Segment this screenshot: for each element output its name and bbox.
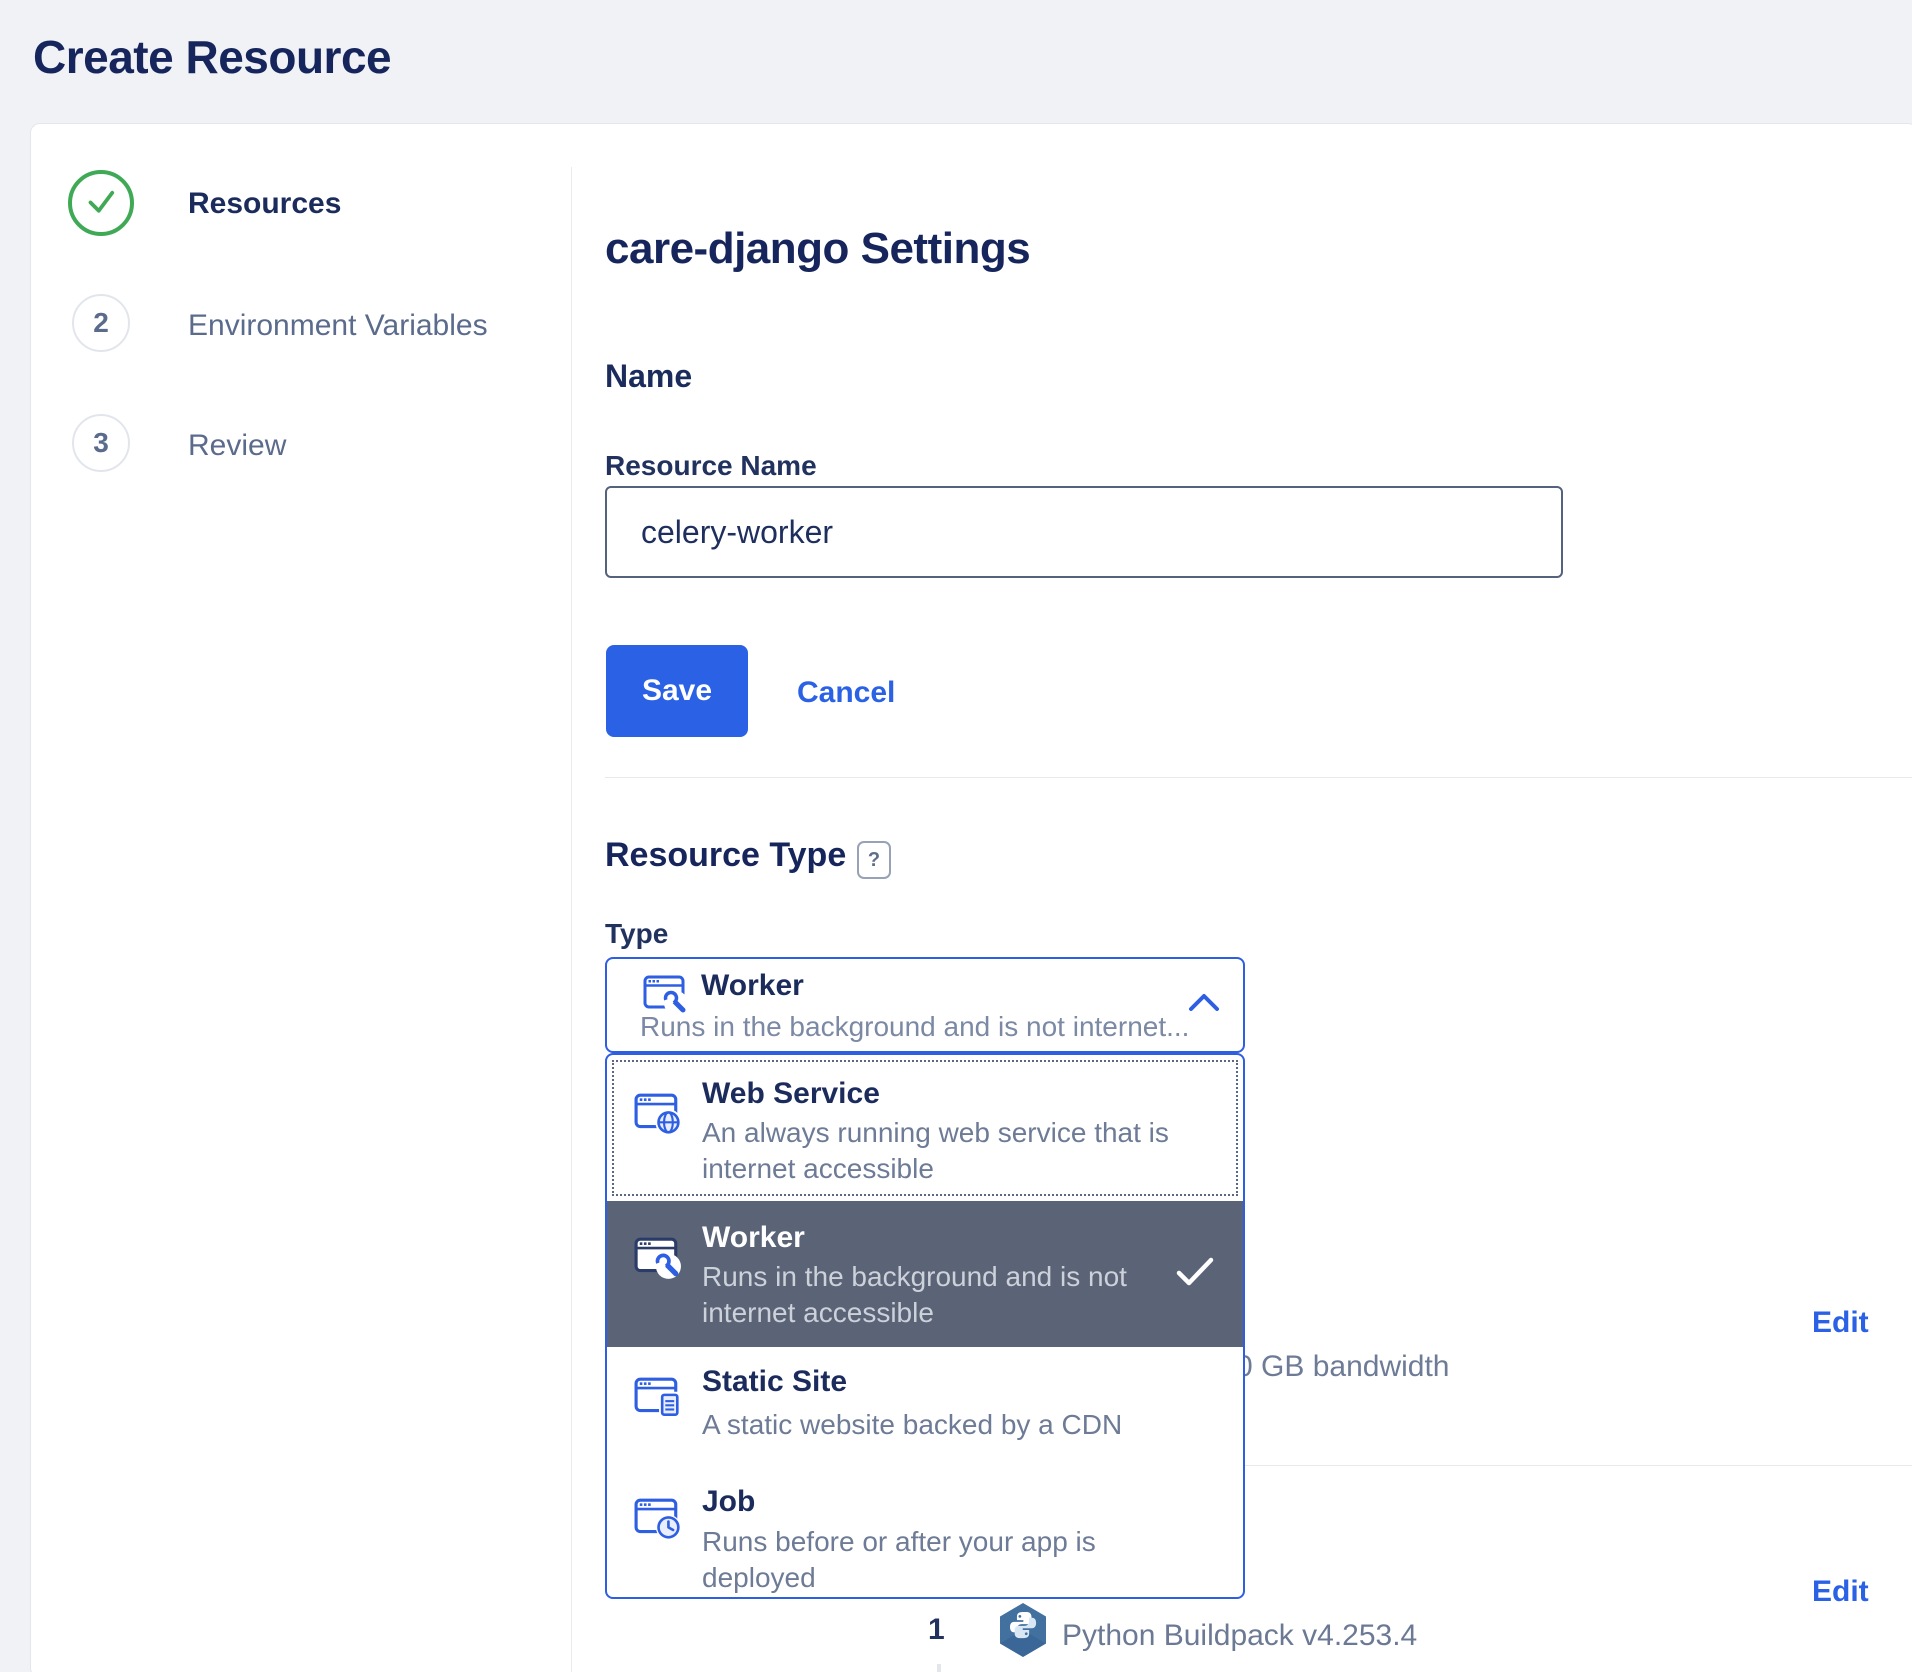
option-description: Runs before or after your app is deploye… — [702, 1524, 1122, 1596]
help-icon[interactable]: ? — [857, 841, 891, 879]
resource-name-input[interactable] — [605, 486, 1563, 578]
settings-heading: care-django Settings — [605, 224, 1030, 274]
option-static-site[interactable]: Static Site A static website backed by a… — [607, 1347, 1243, 1472]
option-worker-selected[interactable]: Worker Runs in the background and is not… — [607, 1201, 1243, 1347]
static-site-icon — [634, 1377, 682, 1424]
step-3-circle: 3 — [72, 414, 130, 472]
option-description: A static website backed by a CDN — [702, 1407, 1222, 1443]
option-web-service[interactable]: Web Service An always running web servic… — [607, 1055, 1243, 1201]
chevron-up-icon — [1187, 991, 1221, 1020]
sidebar-item-environment-variables[interactable]: Environment Variables — [188, 309, 488, 343]
save-button[interactable]: Save — [606, 645, 748, 737]
create-resource-page: Create Resource Resources 2 Environment … — [0, 0, 1912, 1672]
timeline-connector — [937, 1664, 941, 1672]
bandwidth-text: 0 GB bandwidth — [1236, 1350, 1449, 1384]
resource-type-heading: Resource Type — [605, 836, 846, 875]
build-step-number: 1 — [928, 1613, 945, 1647]
selected-type-subtitle: Runs in the background and is not intern… — [640, 1011, 1189, 1043]
job-icon — [634, 1498, 682, 1545]
sidebar-item-review[interactable]: Review — [188, 429, 286, 463]
sidebar-divider — [571, 167, 572, 1672]
buildpack-label: Python Buildpack v4.253.4 — [1062, 1619, 1417, 1653]
step-2-number: 2 — [93, 307, 109, 339]
worker-icon — [634, 1237, 682, 1284]
resource-name-label: Resource Name — [605, 450, 817, 482]
sidebar-item-resources[interactable]: Resources — [188, 187, 341, 221]
option-job[interactable]: Job Runs before or after your app is dep… — [607, 1472, 1243, 1597]
option-description: Runs in the background and is not intern… — [702, 1259, 1172, 1331]
option-title: Web Service — [702, 1077, 880, 1111]
option-title: Worker — [702, 1221, 805, 1255]
type-label: Type — [605, 918, 668, 950]
resource-type-dropdown: Web Service An always running web servic… — [605, 1053, 1245, 1599]
cancel-button[interactable]: Cancel — [797, 676, 895, 710]
selected-check-icon — [1175, 1257, 1215, 1292]
web-service-icon — [634, 1093, 682, 1140]
option-description: An always running web service that is in… — [702, 1115, 1202, 1187]
python-buildpack-icon — [1000, 1602, 1046, 1663]
option-title: Job — [702, 1485, 755, 1519]
step-1-complete-circle — [68, 170, 134, 236]
page-title: Create Resource — [33, 30, 391, 84]
step-3-number: 3 — [93, 427, 109, 459]
edit-build-link[interactable]: Edit — [1812, 1575, 1869, 1609]
section-divider — [605, 777, 1912, 778]
option-title: Static Site — [702, 1365, 847, 1399]
selected-type-title: Worker — [701, 969, 804, 1003]
edit-plan-link[interactable]: Edit — [1812, 1306, 1869, 1340]
resource-type-select[interactable]: Worker Runs in the background and is not… — [605, 957, 1245, 1053]
name-section-heading: Name — [605, 358, 692, 395]
step-2-circle: 2 — [72, 294, 130, 352]
check-icon — [83, 183, 119, 224]
